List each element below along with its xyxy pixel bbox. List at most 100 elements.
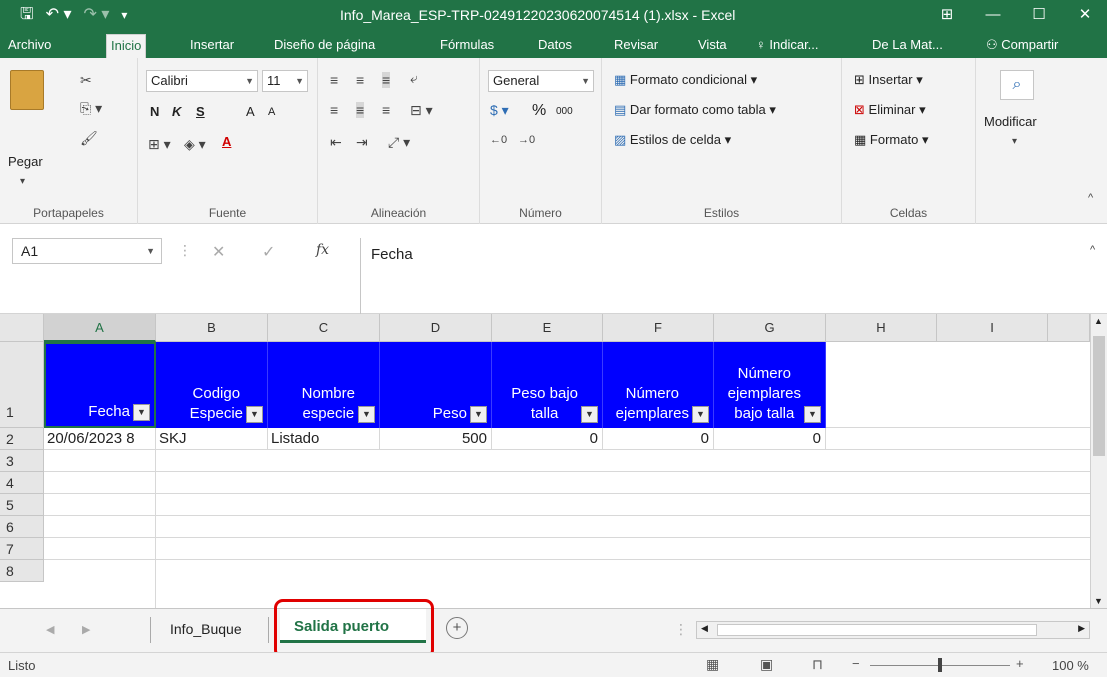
fill-color-icon[interactable]: ◈ ▾ xyxy=(184,136,206,153)
table-cell[interactable]: Listado xyxy=(268,428,380,450)
align-left-icon[interactable]: ≡ xyxy=(330,102,338,118)
wrap-text-icon[interactable]: ⤶ xyxy=(410,70,418,87)
name-box[interactable]: A1 ▼ xyxy=(12,238,162,264)
column-header[interactable]: A xyxy=(44,314,156,342)
align-right-icon[interactable]: ≡ xyxy=(382,102,390,118)
italic-button[interactable]: K xyxy=(172,104,181,119)
scroll-right-icon[interactable]: ▶ xyxy=(1078,623,1085,634)
column-header[interactable]: B xyxy=(156,314,268,342)
merge-center-icon[interactable]: ⊟ ▾ xyxy=(410,102,433,119)
table-cell[interactable]: 0 xyxy=(603,428,714,450)
share-button[interactable]: ⚇ Compartir xyxy=(982,34,1062,58)
number-format-select[interactable]: General ▼ xyxy=(488,70,594,92)
horizontal-scrollbar[interactable]: ◀ ▶ xyxy=(696,621,1090,639)
vertical-scrollbar[interactable]: ▲ ▼ xyxy=(1090,314,1107,608)
copy-icon[interactable]: ⎘ ▾ xyxy=(80,100,102,117)
modify-dropdown-icon[interactable]: ▾ xyxy=(1012,136,1017,147)
tab-vista[interactable]: Vista xyxy=(694,34,731,58)
minimize-button[interactable]: — xyxy=(970,0,1016,30)
font-size-select[interactable]: 11 ▼ xyxy=(262,70,308,92)
paste-icon[interactable] xyxy=(10,70,44,110)
row-header[interactable]: 6 xyxy=(0,516,44,538)
split-handle-icon[interactable]: ⋮ xyxy=(674,621,688,638)
format-as-table-button[interactable]: ▤ Dar formato como tabla ▾ xyxy=(614,102,776,118)
insert-cells-button[interactable]: ⊞ Insertar ▾ xyxy=(854,72,923,88)
table-cell[interactable]: 20/06/2023 8 xyxy=(44,428,156,450)
select-all-corner[interactable] xyxy=(0,314,44,342)
collapse-ribbon-icon[interactable]: ^ xyxy=(1088,192,1093,204)
zoom-level[interactable]: 100 % xyxy=(1052,658,1089,673)
orientation-icon[interactable]: ⤢ ▾ xyxy=(388,134,410,151)
hscroll-thumb[interactable] xyxy=(717,624,1037,636)
column-header[interactable]: F xyxy=(603,314,714,342)
column-header[interactable]: I xyxy=(937,314,1048,342)
column-header[interactable]: G xyxy=(714,314,826,342)
increase-indent-icon[interactable]: ⇥ xyxy=(356,134,368,151)
font-name-select[interactable]: Calibri ▼ xyxy=(146,70,258,92)
font-color-button[interactable]: A xyxy=(222,134,231,149)
row-header[interactable]: 4 xyxy=(0,472,44,494)
tab-formulas[interactable]: Fórmulas xyxy=(436,34,498,58)
filter-dropdown-icon[interactable]: ▼ xyxy=(470,406,487,423)
tab-diseno-pagina[interactable]: Diseño de página xyxy=(270,34,379,58)
normal-view-icon[interactable]: ▦ xyxy=(706,656,719,673)
cell-styles-button[interactable]: ▨ Estilos de celda ▾ xyxy=(614,132,731,148)
cut-icon[interactable]: ✂ xyxy=(80,72,92,89)
filter-dropdown-icon[interactable]: ▼ xyxy=(692,406,709,423)
table-cell[interactable]: SKJ xyxy=(156,428,268,450)
underline-button[interactable]: S xyxy=(196,104,205,119)
page-break-view-icon[interactable]: ⊓ xyxy=(812,656,823,673)
borders-icon[interactable]: ⊞ ▾ xyxy=(148,136,171,153)
zoom-out-button[interactable]: − xyxy=(852,656,860,671)
filter-dropdown-icon[interactable]: ▼ xyxy=(804,406,821,423)
expand-formula-bar-icon[interactable]: ^ xyxy=(1090,244,1095,256)
zoom-slider-thumb[interactable] xyxy=(938,658,942,672)
shrink-font-button[interactable]: A xyxy=(268,106,275,118)
scroll-down-icon[interactable]: ▼ xyxy=(1094,596,1103,606)
column-header[interactable]: C xyxy=(268,314,380,342)
table-header-cell[interactable]: Número ejemplares bajo talla ▼ xyxy=(714,342,826,428)
format-cells-button[interactable]: ▦ Formato ▾ xyxy=(854,132,928,148)
formula-input[interactable]: Fecha xyxy=(360,238,1100,314)
column-header[interactable]: H xyxy=(826,314,937,342)
row-header[interactable]: 5 xyxy=(0,494,44,516)
tab-datos[interactable]: Datos xyxy=(534,34,576,58)
zoom-in-button[interactable]: + xyxy=(1016,656,1024,671)
tab-inicio[interactable]: Inicio xyxy=(106,34,147,58)
filter-dropdown-icon[interactable]: ▼ xyxy=(581,406,598,423)
filter-dropdown-icon[interactable]: ▼ xyxy=(133,404,150,421)
tell-me-box[interactable]: ♀ Indicar... xyxy=(752,34,823,58)
decrease-decimal-icon[interactable]: →0 xyxy=(518,134,535,146)
table-cell[interactable]: 500 xyxy=(380,428,492,450)
thousands-separator-button[interactable]: 000 xyxy=(556,106,573,117)
tab-archivo[interactable]: Archivo xyxy=(4,34,55,58)
column-header[interactable]: E xyxy=(492,314,603,342)
page-layout-view-icon[interactable]: ▣ xyxy=(760,656,773,673)
table-cell[interactable]: 0 xyxy=(714,428,826,450)
customize-qat-icon[interactable]: ▾ xyxy=(121,5,127,25)
delete-cells-button[interactable]: ⊠ Eliminar ▾ xyxy=(854,102,926,118)
currency-format-icon[interactable]: $ ▾ xyxy=(490,102,509,119)
row-header[interactable]: 3 xyxy=(0,450,44,472)
row-header[interactable]: 1 xyxy=(0,342,44,428)
table-header-cell[interactable]: Número ejemplares ▼ xyxy=(603,342,714,428)
bold-button[interactable]: N xyxy=(150,104,159,119)
paste-button[interactable]: Pegar xyxy=(8,154,43,169)
row-header[interactable]: 2 xyxy=(0,428,44,450)
table-header-cell[interactable]: Peso bajo talla ▼ xyxy=(492,342,603,428)
prev-sheet-icon[interactable]: ◀ xyxy=(46,623,54,636)
next-sheet-icon[interactable]: ▶ xyxy=(82,623,90,636)
enter-icon[interactable]: ✓ xyxy=(262,242,275,262)
table-header-cell[interactable]: Fecha ▼ xyxy=(44,342,156,428)
tab-revisar[interactable]: Revisar xyxy=(610,34,662,58)
table-header-cell[interactable]: Codigo Especie ▼ xyxy=(156,342,268,428)
insert-function-icon[interactable]: fx xyxy=(316,242,329,258)
maximize-button[interactable]: ☐ xyxy=(1016,0,1062,30)
undo-icon[interactable]: ↶ ▾ xyxy=(46,5,72,25)
ribbon-display-icon[interactable]: ⊞ xyxy=(924,0,970,30)
align-middle-icon[interactable]: ≡ xyxy=(356,72,364,88)
conditional-formatting-button[interactable]: ▦ Formato condicional ▾ xyxy=(614,72,757,88)
row-header[interactable]: 7 xyxy=(0,538,44,560)
decrease-indent-icon[interactable]: ⇤ xyxy=(330,134,342,151)
scroll-thumb[interactable] xyxy=(1093,336,1105,456)
